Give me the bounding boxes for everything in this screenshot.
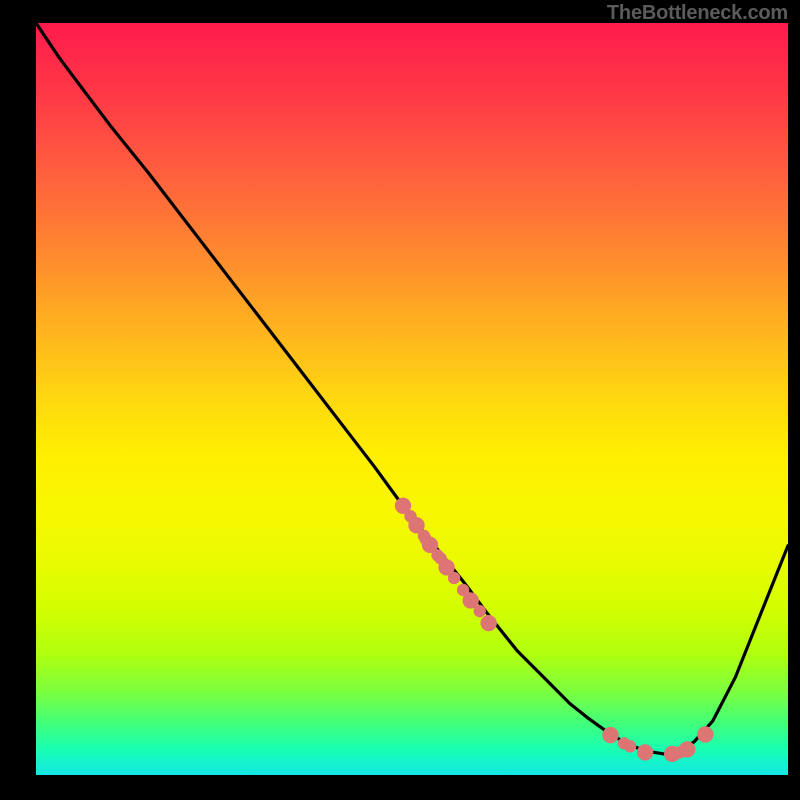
watermark-label: TheBottleneck.com [607,2,788,25]
data-point [603,727,619,743]
data-point [481,615,497,631]
data-points-group [395,498,713,762]
data-point [448,572,460,584]
data-point [697,726,713,742]
data-point [679,741,695,757]
data-point [474,605,486,617]
data-point [624,740,636,752]
data-point [637,744,653,760]
main-curve [36,23,788,754]
chart-container: TheBottleneck.com [0,0,800,800]
chart-svg-overlay [36,23,788,775]
